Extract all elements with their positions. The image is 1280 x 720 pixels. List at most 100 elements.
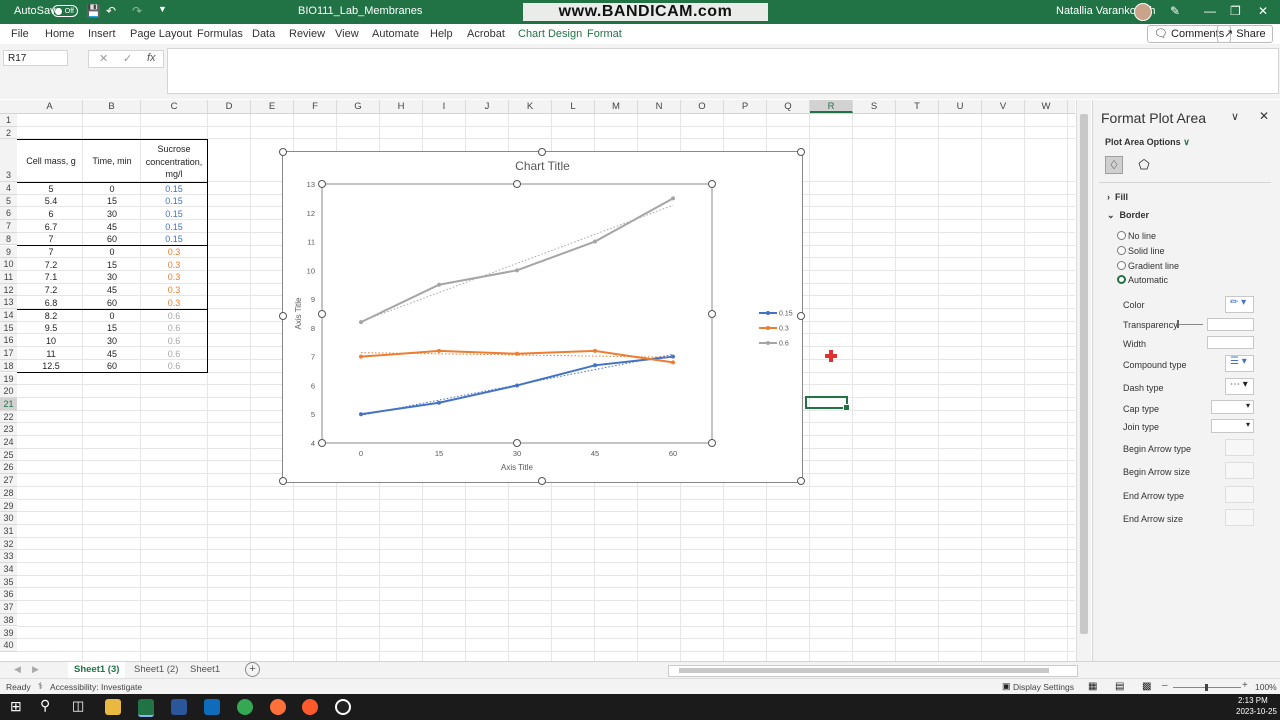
- row-header[interactable]: 39: [0, 626, 17, 640]
- column-header-l[interactable]: L: [552, 100, 595, 113]
- column-header-o[interactable]: O: [681, 100, 724, 113]
- plot-area-resize-handle[interactable]: [513, 439, 521, 447]
- pane-options-chevron-icon[interactable]: ∨: [1231, 110, 1239, 123]
- column-header-b[interactable]: B: [83, 100, 141, 113]
- row-header[interactable]: 33: [0, 550, 17, 563]
- table-cell[interactable]: 0: [84, 247, 140, 257]
- excel-icon[interactable]: [138, 699, 154, 717]
- plot-area-resize-handle[interactable]: [318, 180, 326, 188]
- row-header[interactable]: 14: [0, 309, 17, 322]
- table-header-sucrose[interactable]: Sucrose concentration, mg/l: [142, 143, 206, 181]
- column-header-e[interactable]: E: [251, 100, 294, 113]
- row-header[interactable]: 38: [0, 613, 17, 627]
- row-header[interactable]: 19: [0, 372, 17, 386]
- tab-file[interactable]: File: [11, 28, 29, 40]
- table-cell[interactable]: 10: [18, 336, 84, 346]
- gradient-line-radio[interactable]: [1117, 261, 1126, 270]
- compound-type-dropdown[interactable]: ☰ ▾: [1225, 355, 1254, 372]
- row-header[interactable]: 12: [0, 283, 17, 297]
- table-cell[interactable]: 6.8: [18, 298, 84, 308]
- table-cell[interactable]: 45: [84, 349, 140, 359]
- enter-icon[interactable]: ✓: [123, 52, 132, 65]
- row-header[interactable]: 15: [0, 321, 17, 335]
- row-header[interactable]: 22: [0, 410, 17, 424]
- column-header-w[interactable]: W: [1025, 100, 1068, 113]
- tab-insert[interactable]: Insert: [88, 28, 116, 40]
- join-type-dropdown[interactable]: ▾: [1211, 419, 1254, 433]
- table-cell[interactable]: 30: [84, 272, 140, 282]
- pane-close-icon[interactable]: ✕: [1259, 109, 1269, 123]
- zoom-in-icon[interactable]: +: [1242, 680, 1248, 691]
- avatar[interactable]: [1134, 3, 1152, 21]
- color-picker[interactable]: ✏ ▾: [1225, 296, 1254, 313]
- legend-entry[interactable]: 0.6: [779, 341, 789, 348]
- table-cell[interactable]: 12.5: [18, 361, 84, 371]
- plot-area-resize-handle[interactable]: [708, 309, 716, 318]
- data-point[interactable]: [593, 239, 597, 244]
- formula-input[interactable]: [167, 48, 1279, 94]
- tab-data[interactable]: Data: [252, 28, 275, 40]
- column-header-s[interactable]: S: [853, 100, 896, 113]
- column-header-k[interactable]: K: [509, 100, 552, 113]
- transparency-input[interactable]: [1207, 318, 1254, 331]
- table-cell[interactable]: 7: [18, 247, 84, 257]
- table-header-cell-mass[interactable]: Cell mass, g: [18, 156, 84, 166]
- windows-start-icon[interactable]: ⊞: [10, 698, 22, 715]
- transparency-slider[interactable]: [1177, 320, 1203, 328]
- accessibility-status[interactable]: Accessibility: Investigate: [50, 682, 142, 692]
- table-cell[interactable]: 0.3: [142, 298, 206, 308]
- name-box[interactable]: R17: [3, 50, 68, 66]
- row-header[interactable]: 17: [0, 347, 17, 360]
- tab-automate[interactable]: Automate: [372, 28, 419, 40]
- page-layout-view-icon[interactable]: ▤: [1115, 681, 1124, 692]
- row-header[interactable]: 32: [0, 537, 17, 551]
- firefox-icon[interactable]: [302, 699, 318, 715]
- row-header[interactable]: 31: [0, 524, 17, 538]
- chart-resize-handle[interactable]: [797, 477, 805, 485]
- data-point[interactable]: [437, 282, 441, 287]
- table-cell[interactable]: 5: [18, 184, 84, 194]
- row-header[interactable]: 36: [0, 588, 17, 602]
- cap-type-dropdown[interactable]: ▾: [1211, 400, 1254, 414]
- end-arrow-type-dropdown[interactable]: [1225, 486, 1254, 503]
- table-cell[interactable]: 60: [84, 298, 140, 308]
- table-cell[interactable]: 0.15: [142, 222, 206, 232]
- tab-formulas[interactable]: Formulas: [197, 28, 243, 40]
- row-header[interactable]: 24: [0, 436, 17, 449]
- file-name[interactable]: BIO111_Lab_Membranes: [298, 5, 422, 17]
- vertical-scrollbar[interactable]: [1076, 100, 1091, 661]
- table-cell[interactable]: 60: [84, 361, 140, 371]
- column-header-c[interactable]: C: [141, 100, 208, 113]
- chart-resize-handle[interactable]: [279, 148, 287, 156]
- prev-sheet-icon[interactable]: ◀: [14, 664, 21, 675]
- row-header[interactable]: 21: [0, 397, 17, 411]
- row-header[interactable]: 27: [0, 474, 17, 487]
- data-point[interactable]: [515, 268, 519, 273]
- row-header[interactable]: 34: [0, 563, 17, 576]
- sheet-tab[interactable]: Sheet1 (2): [128, 662, 184, 678]
- table-cell[interactable]: 0: [84, 184, 140, 194]
- table-cell[interactable]: 6: [18, 209, 84, 219]
- pen-icon[interactable]: ✎: [1170, 4, 1180, 18]
- chart-resize-handle[interactable]: [279, 312, 287, 320]
- clock-date[interactable]: 2023-10-25: [1236, 707, 1277, 716]
- column-header-j[interactable]: J: [466, 100, 509, 113]
- row-header[interactable]: 29: [0, 499, 17, 513]
- row-header[interactable]: 20: [0, 385, 17, 398]
- undo-icon[interactable]: ↶: [106, 4, 116, 18]
- column-header-d[interactable]: D: [208, 100, 251, 113]
- add-sheet-icon[interactable]: +: [245, 662, 260, 677]
- fill-section[interactable]: › Fill: [1107, 192, 1128, 202]
- fill-handle[interactable]: [843, 404, 850, 411]
- row-header[interactable]: 35: [0, 575, 17, 589]
- column-header-m[interactable]: M: [595, 100, 638, 113]
- data-point[interactable]: [515, 383, 519, 388]
- clock-time[interactable]: 2:13 PM: [1238, 696, 1268, 705]
- fill-line-icon[interactable]: ♢: [1105, 156, 1123, 174]
- table-cell[interactable]: 11: [18, 349, 84, 359]
- table-cell[interactable]: 0.3: [142, 285, 206, 295]
- data-point[interactable]: [671, 196, 675, 201]
- column-header-i[interactable]: I: [423, 100, 466, 113]
- table-cell[interactable]: 45: [84, 285, 140, 295]
- task-view-icon[interactable]: ◫: [72, 698, 84, 714]
